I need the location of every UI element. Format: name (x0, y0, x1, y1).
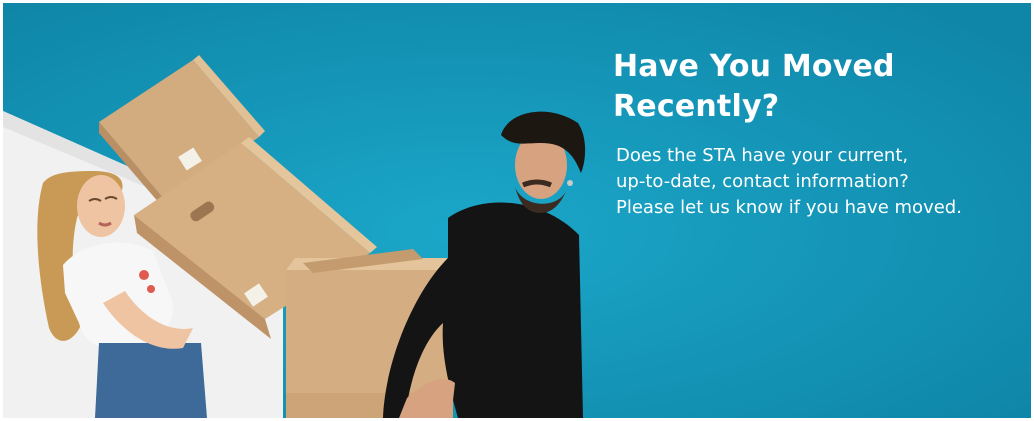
woman-jeans (95, 343, 207, 418)
banner-message-line: Please let us know if you have moved. (616, 197, 962, 218)
banner-message-line: Does the STA have your current, (616, 145, 909, 166)
banner-message: Does the STA have your current, up-to-da… (613, 143, 1023, 221)
banner-message-line: up-to-date, contact information? (616, 171, 909, 192)
banner-headline: Have You Moved Recently? (613, 49, 895, 124)
moved-recently-banner: Have You Moved Recently? Does the STA ha… (3, 3, 1031, 418)
banner-copy: Have You Moved Recently? Does the STA ha… (613, 47, 1023, 221)
woman-face (77, 175, 125, 237)
